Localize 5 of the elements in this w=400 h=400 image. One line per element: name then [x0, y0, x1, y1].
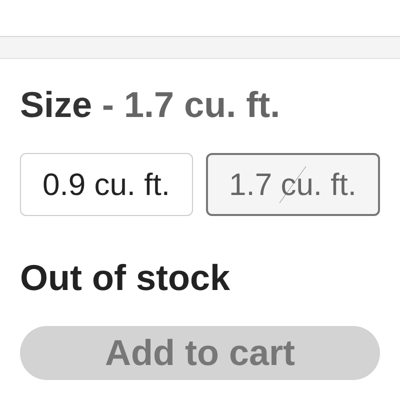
size-label: Size [20, 83, 92, 127]
selected-size: - 1.7 cu. ft. [102, 83, 280, 127]
stock-status: Out of stock [20, 256, 232, 300]
size-option[interactable]: 1.7 cu. ft. [206, 153, 380, 216]
size-option[interactable]: 0.9 cu. ft. [20, 153, 192, 216]
